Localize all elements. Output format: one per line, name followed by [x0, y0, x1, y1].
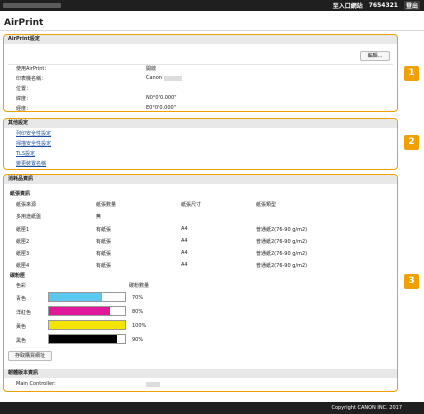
paper-qty: 無	[96, 214, 102, 220]
field-value: N0°0'0.000"	[146, 95, 177, 101]
column-header: 紙張來源	[16, 202, 37, 208]
column-header: 紙張類型	[256, 202, 277, 208]
toner-fill-black	[49, 335, 118, 343]
footer: Copyright CANON INC. 2017	[0, 402, 424, 414]
toner-bar-black	[48, 334, 126, 344]
title-divider	[0, 30, 424, 31]
copyright-text: Copyright CANON INC. 2017	[331, 405, 402, 411]
firmware-value-blurred	[146, 382, 160, 387]
user-info-blurred	[3, 3, 61, 8]
printer-name-blurred	[164, 76, 182, 81]
toner-level: 80%	[132, 309, 144, 315]
paper-source: 紙匣3	[16, 251, 30, 257]
toner-color-name: 黑色	[16, 338, 27, 344]
column-header: 紙張數量	[96, 202, 117, 208]
field-value: E0°0'0.000"	[146, 105, 177, 111]
paper-qty: 有紙張	[96, 263, 112, 269]
field-label: 使用AirPrint：	[16, 66, 50, 72]
paper-size: A4	[181, 250, 188, 256]
top-bar: 至入口網站 7654321 登出	[0, 0, 424, 11]
field-label: 位置：	[16, 86, 32, 92]
airprint-settings-header: AirPrint設定	[4, 35, 397, 44]
other-settings-header: 其他設定	[4, 119, 397, 128]
change-device-name-link[interactable]: 變更裝置名稱	[16, 160, 46, 167]
toner-color-name: 黃色	[16, 324, 27, 330]
purchase-url-button[interactable]: 存取購買網址	[8, 351, 52, 361]
toner-header: 碳粉匣	[10, 273, 26, 279]
toner-color-name: 青色	[16, 296, 27, 302]
toner-column-header: 碳粉數量	[129, 283, 150, 289]
paper-source: 紙匣2	[16, 239, 30, 245]
callout-marker-2: 2	[404, 135, 419, 150]
toner-color-name: 洋紅色	[16, 310, 32, 316]
paper-qty: 有紙張	[96, 251, 112, 257]
column-header: 紙張尺寸	[181, 202, 202, 208]
page-title: AirPrint	[4, 18, 44, 28]
paper-size: A4	[181, 262, 188, 268]
field-label: 印表機名稱：	[16, 76, 47, 82]
toner-fill-yellow	[49, 321, 125, 329]
toner-bar-cyan	[48, 292, 126, 302]
logout-button[interactable]: 登出	[403, 1, 420, 10]
toner-level: 100%	[132, 323, 147, 329]
toner-column-header: 色彩	[16, 283, 27, 289]
callout-marker-3: 3	[404, 274, 419, 289]
paper-type: 普通紙2(76-90 g/m2)	[256, 227, 308, 233]
paper-source: 多用途紙盤	[16, 214, 42, 220]
portal-link[interactable]: 至入口網站	[333, 1, 363, 10]
paper-type: 普通紙2(76-90 g/m2)	[256, 251, 308, 257]
consumables-header: 消耗品資訊	[4, 175, 397, 184]
consumables-section: 消耗品資訊 紙張資訊 紙張來源 紙張數量 紙張尺寸 紙張類型 多用途紙盤 無 紙…	[3, 174, 398, 392]
callout-marker-1: 1	[404, 66, 419, 81]
firmware-header: 韌體版本資訊	[4, 369, 397, 378]
paper-qty: 有紙張	[96, 239, 112, 245]
airprint-settings-section: AirPrint設定 編輯... 使用AirPrint： 開啟 印表機名稱： C…	[3, 34, 398, 112]
toner-bar-magenta	[48, 306, 126, 316]
toner-level: 90%	[132, 337, 144, 343]
paper-info-header: 紙張資訊	[10, 191, 31, 197]
field-label: 緯度：	[16, 96, 32, 102]
user-id: 7654321	[368, 2, 398, 9]
toner-bar-yellow	[48, 320, 126, 330]
divider	[8, 64, 393, 65]
field-value: Canon	[146, 75, 162, 81]
paper-type: 普通紙2(76-90 g/m2)	[256, 263, 308, 269]
field-value: 開啟	[146, 66, 157, 72]
toner-fill-cyan	[49, 293, 103, 301]
edit-button[interactable]: 編輯...	[360, 51, 390, 61]
toner-fill-magenta	[49, 307, 110, 315]
paper-qty: 有紙張	[96, 227, 112, 233]
print-security-link[interactable]: 列印安全性設定	[16, 130, 51, 137]
paper-size: A4	[181, 238, 188, 244]
scan-security-link[interactable]: 掃描安全性設定	[16, 140, 51, 147]
toner-level: 70%	[132, 295, 144, 301]
firmware-label: Main Controller:	[16, 381, 56, 387]
paper-source: 紙匣4	[16, 263, 30, 269]
paper-size: A4	[181, 226, 188, 232]
paper-type: 普通紙2(76-90 g/m2)	[256, 239, 308, 245]
other-settings-section: 其他設定 列印安全性設定 掃描安全性設定 TLS設定 變更裝置名稱	[3, 118, 398, 170]
field-label: 經度：	[16, 106, 32, 112]
tls-settings-link[interactable]: TLS設定	[16, 150, 35, 157]
paper-source: 紙匣1	[16, 227, 30, 233]
